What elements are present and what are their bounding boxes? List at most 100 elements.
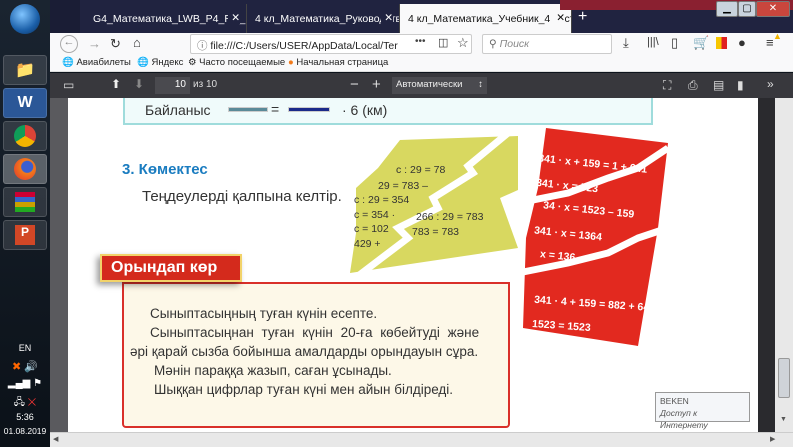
close-tab-icon[interactable]: ✕: [381, 12, 393, 24]
bookmark-aviabilety[interactable]: 🌐 Авиабилеты: [62, 57, 131, 68]
sidebar-icon[interactable]: ▯: [671, 35, 678, 51]
yellow-math-line: c : 29 = 354: [354, 194, 410, 206]
zoom-out-button[interactable]: −: [350, 76, 359, 93]
winrar-icon: [15, 192, 35, 212]
word-taskbar-button[interactable]: W: [3, 88, 47, 118]
signal-icon[interactable]: ▂▄▆: [8, 378, 30, 389]
scroll-right-arrow-icon[interactable]: ▶: [770, 435, 775, 443]
bookmark-label: Яндекс: [151, 57, 184, 68]
teal-segment: [228, 107, 268, 112]
viewer-margin: [758, 98, 775, 432]
blue-segment: [288, 107, 330, 112]
zoom-in-button[interactable]: +: [372, 76, 381, 93]
avast-icon[interactable]: ✖: [12, 361, 21, 373]
next-page-button[interactable]: ⬇: [134, 77, 144, 91]
pocket-icon[interactable]: ◫: [438, 36, 448, 49]
bookmark-yandex[interactable]: 🌐 Яндекс: [137, 57, 183, 68]
page-actions-icon[interactable]: •••: [415, 36, 426, 47]
search-placeholder: Поиск: [499, 38, 530, 50]
close-tab-icon[interactable]: ✕: [228, 12, 240, 24]
minimize-button[interactable]: ▁: [716, 1, 738, 17]
presentation-mode-icon[interactable]: ⛶: [663, 78, 671, 93]
account-icon[interactable]: ●: [738, 35, 746, 50]
pdf-page: Байланыс = · 6 (км) 3. Көмектес Теңдеуле…: [68, 98, 758, 432]
bookmark-label: Авиабилеты: [76, 57, 131, 68]
close-window-button[interactable]: ✕: [756, 1, 790, 17]
tab-2[interactable]: 4 кл_Математика_Руководство_Ча✕: [247, 4, 400, 33]
chrome-icon: [14, 125, 36, 147]
network-icon[interactable]: 🖧: [14, 397, 25, 408]
downloads-icon[interactable]: ⤓: [623, 35, 629, 51]
tray-icons-2[interactable]: ▂▄▆ ⚑: [0, 378, 50, 389]
home-button[interactable]: ⌂: [133, 35, 141, 50]
start-button[interactable]: [10, 4, 40, 34]
clock-date[interactable]: 01.08.2019: [0, 426, 50, 436]
power-icon[interactable]: ✕: [28, 397, 37, 408]
tray-icons[interactable]: ✖ 🔊: [0, 360, 50, 373]
yellow-math-line: c = 354 ·: [354, 209, 396, 221]
maximize-button[interactable]: ▢: [738, 1, 756, 17]
yandex-bookmark-icon[interactable]: [716, 37, 727, 49]
search-icon: ⚲: [489, 38, 497, 50]
tab-title: 4 кл_Математика_Руководство_Ча: [255, 13, 400, 25]
winrar-taskbar-button[interactable]: [3, 187, 47, 217]
search-input[interactable]: ⚲ Поиск: [482, 34, 612, 54]
word-icon: W: [17, 94, 33, 111]
scrollbar-thumb[interactable]: [778, 358, 790, 398]
task-line: Мәнін параққа жазып, саған ұсынады.: [154, 363, 392, 378]
firefox-taskbar-button[interactable]: [3, 154, 47, 184]
bookmark-label: Начальная страница: [296, 57, 389, 68]
bailanys-label: Байланыс: [145, 102, 211, 118]
zoom-value: Автоматически: [396, 79, 463, 90]
flag-icon[interactable]: ⚑: [33, 378, 42, 389]
page-count: из 10: [193, 79, 218, 90]
task-box: Сыныптасыңның туған күнін есепте. Сыныпт…: [122, 282, 510, 428]
scroll-left-arrow-icon[interactable]: ◀: [53, 435, 58, 443]
library-icon[interactable]: |||\: [647, 36, 659, 48]
back-button[interactable]: ←: [60, 35, 78, 53]
firefox-icon: ●: [288, 57, 294, 68]
menu-icon[interactable]: ≡ ▲: [766, 31, 782, 50]
reload-button[interactable]: ↻: [110, 36, 121, 52]
formula-box: Байланыс = · 6 (км): [123, 98, 653, 125]
language-indicator[interactable]: EN: [0, 343, 50, 353]
bookmark-most-visited[interactable]: ⚙ Часто посещаемые: [188, 57, 285, 68]
vertical-scrollbar[interactable]: ▼: [775, 98, 793, 432]
bookmark-icon[interactable]: ▮: [737, 78, 744, 92]
taskbar: 📁 W P EN ✖ 🔊 ▂▄▆ ⚑ 🖧 ✕ 5:36 01.08.2019: [0, 0, 50, 447]
tray-icons-3[interactable]: 🖧 ✕: [0, 395, 50, 412]
yellow-math-line: 29 = 783 –: [378, 180, 428, 192]
equals-sign: =: [271, 101, 280, 117]
tab-title: 4 кл_Математика_Учебник_4 часть: [408, 13, 572, 25]
scroll-down-arrow-icon[interactable]: ▼: [780, 416, 787, 423]
page-number-input[interactable]: 10: [155, 77, 190, 94]
tab-title: G4_Математика_LWB_P4_RU_USS.p: [93, 13, 246, 25]
forward-button[interactable]: →: [88, 36, 101, 51]
firefox-icon: [14, 158, 36, 180]
url-bar[interactable]: ⓘ file:///C:/Users/USER/AppData/Local/Te…: [190, 34, 472, 54]
volume-icon[interactable]: 🔊: [24, 361, 38, 373]
sidebar-toggle-icon[interactable]: ▭: [63, 78, 74, 92]
clock-time[interactable]: 5:36: [0, 412, 50, 422]
zoom-select[interactable]: Автоматически ↕: [392, 77, 487, 94]
tab-3-active[interactable]: 4 кл_Математика_Учебник_4 часть ✕: [400, 4, 572, 33]
save-icon[interactable]: ▤: [713, 78, 724, 92]
task-line: әрі қарай сызба бойынша амалдарды орында…: [130, 344, 479, 359]
bookmarks-toolbar: 🌐 Авиабилеты 🌐 Яндекс ⚙ Часто посещаемые…: [50, 55, 793, 72]
cart-icon[interactable]: 🛒: [693, 35, 709, 51]
new-tab-button[interactable]: +: [578, 8, 587, 26]
explorer-taskbar-button[interactable]: 📁: [3, 55, 47, 85]
task-line: Шыққан цифрлар туған күні мен айын білді…: [154, 382, 454, 397]
powerpoint-taskbar-button[interactable]: P: [3, 220, 47, 250]
print-icon[interactable]: ⎙: [688, 78, 698, 93]
close-tab-icon[interactable]: ✕: [553, 12, 565, 24]
tools-icon[interactable]: »: [767, 77, 774, 91]
chrome-taskbar-button[interactable]: [3, 121, 47, 151]
bookmark-star-icon[interactable]: ☆: [457, 35, 469, 51]
instruction-text: Теңдеулерді қалпына келтір.: [142, 188, 342, 205]
bookmark-home-page[interactable]: ● Начальная страница: [288, 57, 388, 68]
horizontal-scrollbar[interactable]: ◀ ▶: [50, 432, 793, 447]
yellow-math-line: c = 102: [354, 223, 389, 235]
tab-1[interactable]: G4_Математика_LWB_P4_RU_USS.p✕: [85, 4, 247, 33]
previous-page-button[interactable]: ⬆: [111, 77, 121, 91]
